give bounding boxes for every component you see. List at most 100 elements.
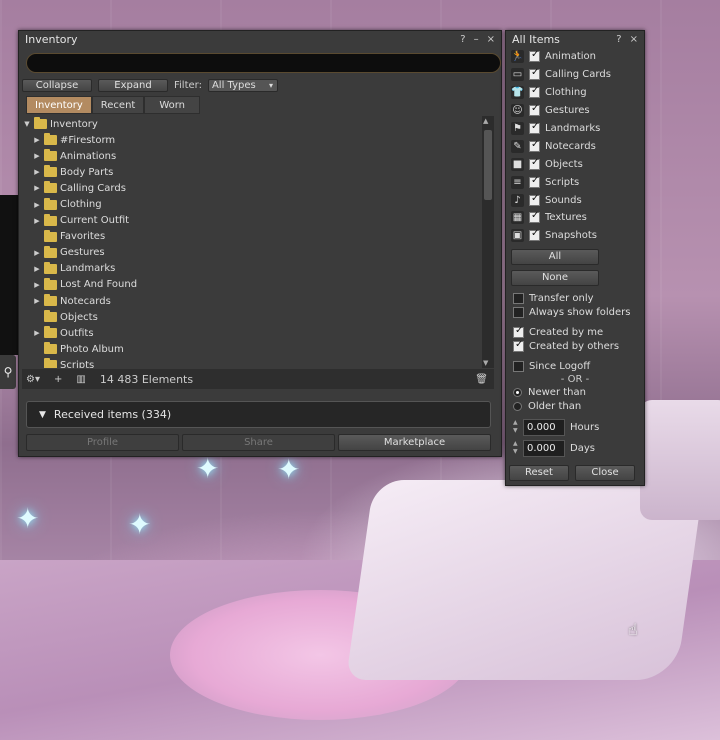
older-than-radio[interactable] — [513, 402, 522, 412]
tree-folder[interactable]: ▶ Calling Cards — [22, 180, 484, 196]
reset-button[interactable]: Reset — [509, 465, 569, 481]
tab-inventory[interactable]: Inventory — [26, 96, 92, 114]
newer-than-radio[interactable] — [513, 388, 522, 398]
category-checkbox[interactable] — [529, 121, 540, 134]
category-calling-cards[interactable]: ▭ Calling Cards — [506, 66, 644, 84]
profile-button[interactable]: Profile — [26, 434, 179, 451]
tab-worn[interactable]: Worn — [144, 96, 201, 114]
collapsed-arrow-icon[interactable]: ▶ — [32, 136, 42, 144]
category-clothing[interactable]: 👕 Clothing — [506, 84, 644, 102]
received-items-panel[interactable]: ▼ Received items (334) — [26, 401, 491, 428]
tree-folder[interactable]: ▶ Gestures — [22, 245, 484, 261]
category-notecards[interactable]: ✎ Notecards — [506, 137, 644, 155]
transfer-only-checkbox[interactable] — [513, 293, 524, 305]
category-checkbox[interactable] — [529, 175, 540, 188]
collapsed-arrow-icon[interactable]: ▶ — [32, 201, 42, 209]
category-animation[interactable]: 🏃 Animation — [506, 48, 644, 66]
collapsed-arrow-icon[interactable]: ▶ — [32, 265, 42, 273]
category-checkbox[interactable] — [529, 49, 540, 63]
category-checkbox[interactable] — [529, 139, 540, 152]
category-checkbox[interactable] — [529, 210, 540, 224]
location-pin-icon[interactable]: ⚲ — [0, 355, 16, 389]
spinner-arrows-icon[interactable]: ▲ ▼ — [513, 440, 521, 456]
filters-titlebar[interactable]: All Items ? × — [506, 31, 644, 48]
collapsed-arrow-icon[interactable]: ▶ — [32, 281, 42, 289]
collapsed-arrow-icon[interactable]: ▶ — [32, 329, 42, 337]
scrollbar-thumb[interactable] — [484, 130, 492, 200]
tree-folder[interactable]: ▶ Current Outfit — [22, 213, 484, 229]
category-gestures[interactable]: ☺ Gestures — [506, 102, 644, 120]
collapsed-arrow-icon[interactable]: ▶ — [32, 297, 42, 305]
category-sounds[interactable]: ♪ Sounds — [506, 191, 644, 209]
category-checkbox[interactable] — [529, 67, 540, 81]
tree-scrollbar[interactable]: ▲ ▼ — [482, 116, 494, 368]
spinner-arrows-icon[interactable]: ▲ ▼ — [513, 419, 521, 435]
tree-folder[interactable]: ▶ Notecards — [22, 293, 484, 309]
help-icon[interactable]: ? — [460, 34, 465, 45]
gear-icon[interactable]: ⚙▾ — [26, 374, 40, 385]
tab-recent[interactable]: Recent — [91, 96, 145, 114]
tree-root-inventory[interactable]: ▼ Inventory — [22, 116, 484, 132]
created-by-me-option[interactable]: Created by me — [506, 325, 644, 340]
tree-folder[interactable]: Scripts — [22, 357, 484, 368]
hours-input[interactable]: 0.000 — [523, 418, 565, 436]
trash-icon[interactable]: 🗑 — [475, 374, 488, 385]
category-checkbox[interactable] — [529, 103, 540, 117]
always-show-folders-checkbox[interactable] — [513, 307, 524, 319]
collapsed-arrow-icon[interactable]: ▶ — [32, 168, 42, 176]
transfer-only-option[interactable]: Transfer only — [506, 292, 644, 306]
select-none-button[interactable]: None — [511, 269, 599, 286]
close-icon[interactable]: × — [487, 34, 495, 45]
expand-button[interactable]: Expand — [98, 78, 168, 92]
collapsed-arrow-icon[interactable]: ▶ — [32, 217, 42, 225]
add-icon[interactable]: + — [54, 374, 62, 385]
collapse-button[interactable]: Collapse — [22, 78, 92, 92]
tree-folder[interactable]: ▶ Clothing — [22, 196, 484, 212]
since-logoff-option[interactable]: Since Logoff — [506, 360, 644, 374]
close-button[interactable]: Close — [575, 465, 635, 481]
category-checkbox[interactable] — [529, 85, 540, 99]
category-checkbox[interactable] — [529, 193, 540, 206]
expand-triangle-icon[interactable]: ▼ — [39, 410, 46, 420]
expanded-arrow-icon[interactable]: ▼ — [22, 120, 32, 128]
inventory-search-input[interactable] — [26, 53, 501, 73]
category-textures[interactable]: ▦ Textures — [506, 209, 644, 227]
tree-folder[interactable]: ▶ Animations — [22, 148, 484, 164]
tree-folder[interactable]: Favorites — [22, 229, 484, 245]
created-by-others-option[interactable]: Created by others — [506, 339, 644, 354]
days-input[interactable]: 0.000 — [523, 439, 565, 457]
tree-folder[interactable]: ▶ Lost And Found — [22, 277, 484, 293]
scroll-up-icon[interactable]: ▲ — [483, 117, 488, 125]
category-checkbox[interactable] — [529, 157, 540, 170]
category-checkbox[interactable] — [529, 228, 540, 242]
collapsed-arrow-icon[interactable]: ▶ — [32, 249, 42, 257]
created-by-me-checkbox[interactable] — [513, 325, 524, 339]
since-logoff-checkbox[interactable] — [513, 361, 524, 373]
minimize-icon[interactable]: – — [474, 34, 479, 45]
category-landmarks[interactable]: ⚑ Landmarks — [506, 120, 644, 138]
collapsed-arrow-icon[interactable]: ▶ — [32, 152, 42, 160]
tree-folder[interactable]: ▶ Outfits — [22, 325, 484, 341]
marketplace-button[interactable]: Marketplace — [338, 434, 491, 451]
category-scripts[interactable]: ≡ Scripts — [506, 173, 644, 191]
filter-type-select[interactable]: All Types ▾ — [207, 78, 278, 92]
collapsed-arrow-icon[interactable]: ▶ — [32, 184, 42, 192]
inventory-titlebar[interactable]: Inventory ? – × — [19, 31, 501, 48]
help-icon[interactable]: ? — [616, 34, 621, 45]
share-button[interactable]: Share — [182, 434, 335, 451]
tree-folder[interactable]: Photo Album — [22, 341, 484, 357]
select-all-button[interactable]: All — [511, 248, 599, 265]
category-objects[interactable]: ■ Objects — [506, 155, 644, 173]
scroll-down-icon[interactable]: ▼ — [483, 359, 488, 367]
newer-than-option[interactable]: Newer than — [506, 386, 644, 400]
tree-folder[interactable]: ▶ Landmarks — [22, 261, 484, 277]
older-than-option[interactable]: Older than — [506, 400, 644, 414]
folder-view-icon[interactable]: ▥ — [76, 374, 85, 385]
tree-folder[interactable]: ▶ #Firestorm — [22, 132, 484, 148]
always-show-folders-option[interactable]: Always show folders — [506, 306, 644, 320]
tree-folder[interactable]: Objects — [22, 309, 484, 325]
tree-folder[interactable]: ▶ Body Parts — [22, 164, 484, 180]
close-icon[interactable]: × — [630, 34, 638, 45]
created-by-others-checkbox[interactable] — [513, 339, 524, 353]
category-snapshots[interactable]: ▣ Snapshots — [506, 227, 644, 245]
